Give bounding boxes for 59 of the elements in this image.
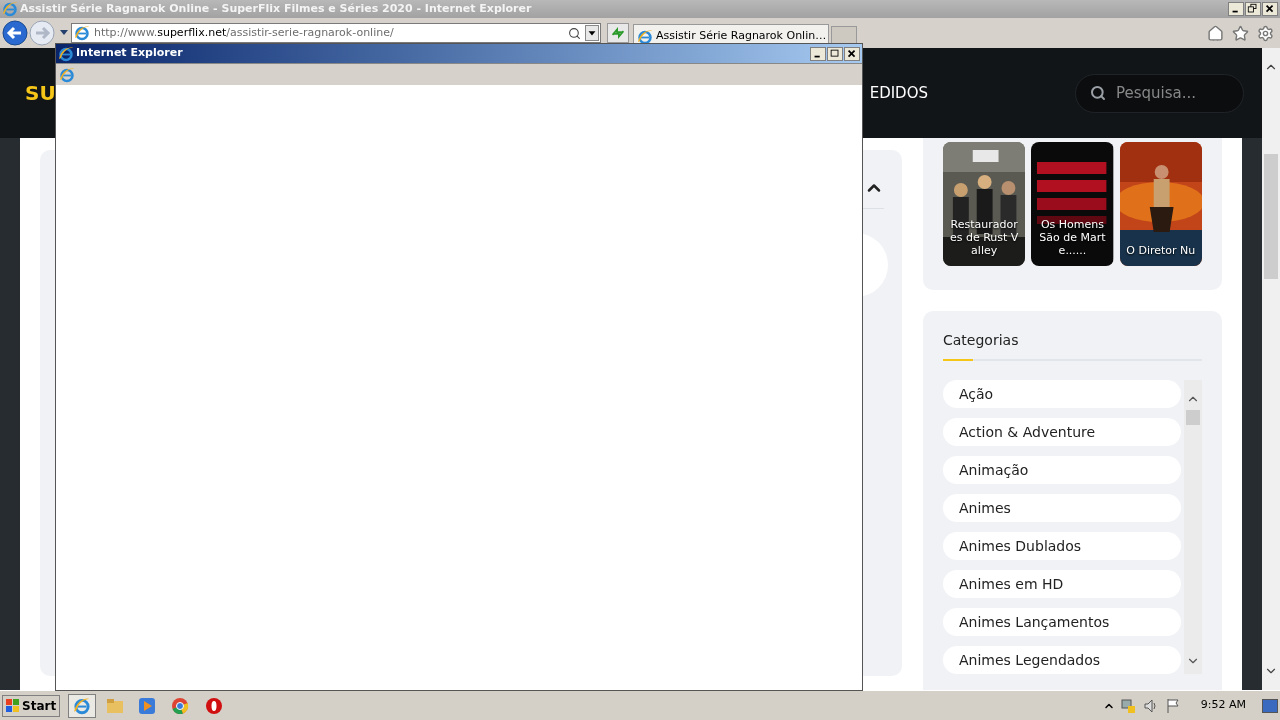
back-icon[interactable]: [2, 20, 28, 46]
category-item[interactable]: Animação: [943, 456, 1182, 484]
chrome-icon[interactable]: [171, 696, 190, 715]
dropdown-icon[interactable]: [585, 25, 599, 41]
home-icon[interactable]: [1207, 24, 1224, 42]
url-text: http://www.superflix.net/assistir-serie-ragnarok-online/: [94, 24, 394, 41]
ie-logo-icon: [59, 66, 75, 83]
scroll-thumb[interactable]: [1186, 410, 1201, 425]
volume-icon[interactable]: [1142, 697, 1159, 714]
poster-title: Os Homens São de Marte......: [1038, 218, 1107, 257]
settings-icon[interactable]: [1257, 24, 1274, 42]
category-item[interactable]: Action & Adventure: [943, 418, 1182, 446]
network-icon[interactable]: [1120, 697, 1137, 714]
category-item[interactable]: Animes Legendados: [943, 646, 1182, 674]
clock[interactable]: 9:52 AM: [1200, 697, 1246, 714]
maximize-icon[interactable]: [827, 46, 843, 61]
minimize-icon[interactable]: [810, 46, 826, 61]
poster[interactable]: Restauradores de Rust Valley: [943, 142, 1026, 266]
tab-title: Assistir Série Ragnarok Onlin…: [656, 28, 827, 45]
media-player-icon[interactable]: [138, 696, 157, 715]
category-item[interactable]: Animes em HD: [943, 570, 1182, 598]
taskbar-ie-button[interactable]: [68, 693, 97, 718]
list-scrollbar[interactable]: [1184, 380, 1202, 674]
ie-logo-icon: [58, 45, 74, 62]
poster-title: O Diretor Nu: [1125, 244, 1197, 257]
flag-icon[interactable]: [1164, 697, 1181, 714]
category-item[interactable]: Ação: [943, 380, 1182, 408]
category-item[interactable]: Animes Dublados: [943, 532, 1182, 560]
dropdown-icon[interactable]: [59, 29, 69, 37]
site-logo[interactable]: SU: [25, 83, 56, 103]
minimize-icon[interactable]: [1228, 2, 1244, 16]
ie-logo-icon: [74, 25, 90, 41]
search-icon[interactable]: [568, 26, 581, 40]
close-icon[interactable]: [844, 46, 860, 61]
categories-heading: Categorias: [943, 331, 1020, 350]
address-bar[interactable]: http://www.superflix.net/assistir-serie-ragnarok-online/: [71, 23, 601, 43]
ie-logo-icon: [2, 1, 18, 17]
opera-icon[interactable]: [205, 696, 224, 715]
nav-link[interactable]: EDIDOS: [869, 81, 928, 105]
scroll-thumb[interactable]: [1264, 154, 1278, 279]
page-scrollbar[interactable]: [1262, 48, 1280, 690]
start-button[interactable]: Start: [2, 694, 61, 717]
restore-icon[interactable]: [1245, 2, 1261, 16]
ie-logo-icon: [73, 696, 92, 715]
close-icon[interactable]: [1262, 2, 1278, 16]
popup-title: Internet Explorer: [76, 45, 183, 62]
favorites-icon[interactable]: [1232, 24, 1249, 42]
poster[interactable]: Os Homens São de Marte......: [1031, 142, 1114, 266]
search-icon: [1090, 85, 1106, 101]
ie-logo-icon: [637, 28, 653, 45]
category-item[interactable]: Animes: [943, 494, 1182, 522]
window-title: Assistir Série Ragnarok Online - SuperFlix Filmes e Séries 2020 - Internet Explorer: [20, 0, 532, 17]
search-placeholder: Pesquisa...: [1116, 82, 1197, 104]
poster[interactable]: O Diretor Nu: [1119, 142, 1202, 266]
show-desktop-button[interactable]: [1262, 698, 1278, 713]
search-field[interactable]: Pesquisa...: [1075, 73, 1244, 113]
poster-title: Restauradores de Rust Valley: [948, 218, 1020, 257]
category-item[interactable]: Animes Lançamentos: [943, 608, 1182, 636]
windows-flag-icon: [6, 698, 20, 713]
